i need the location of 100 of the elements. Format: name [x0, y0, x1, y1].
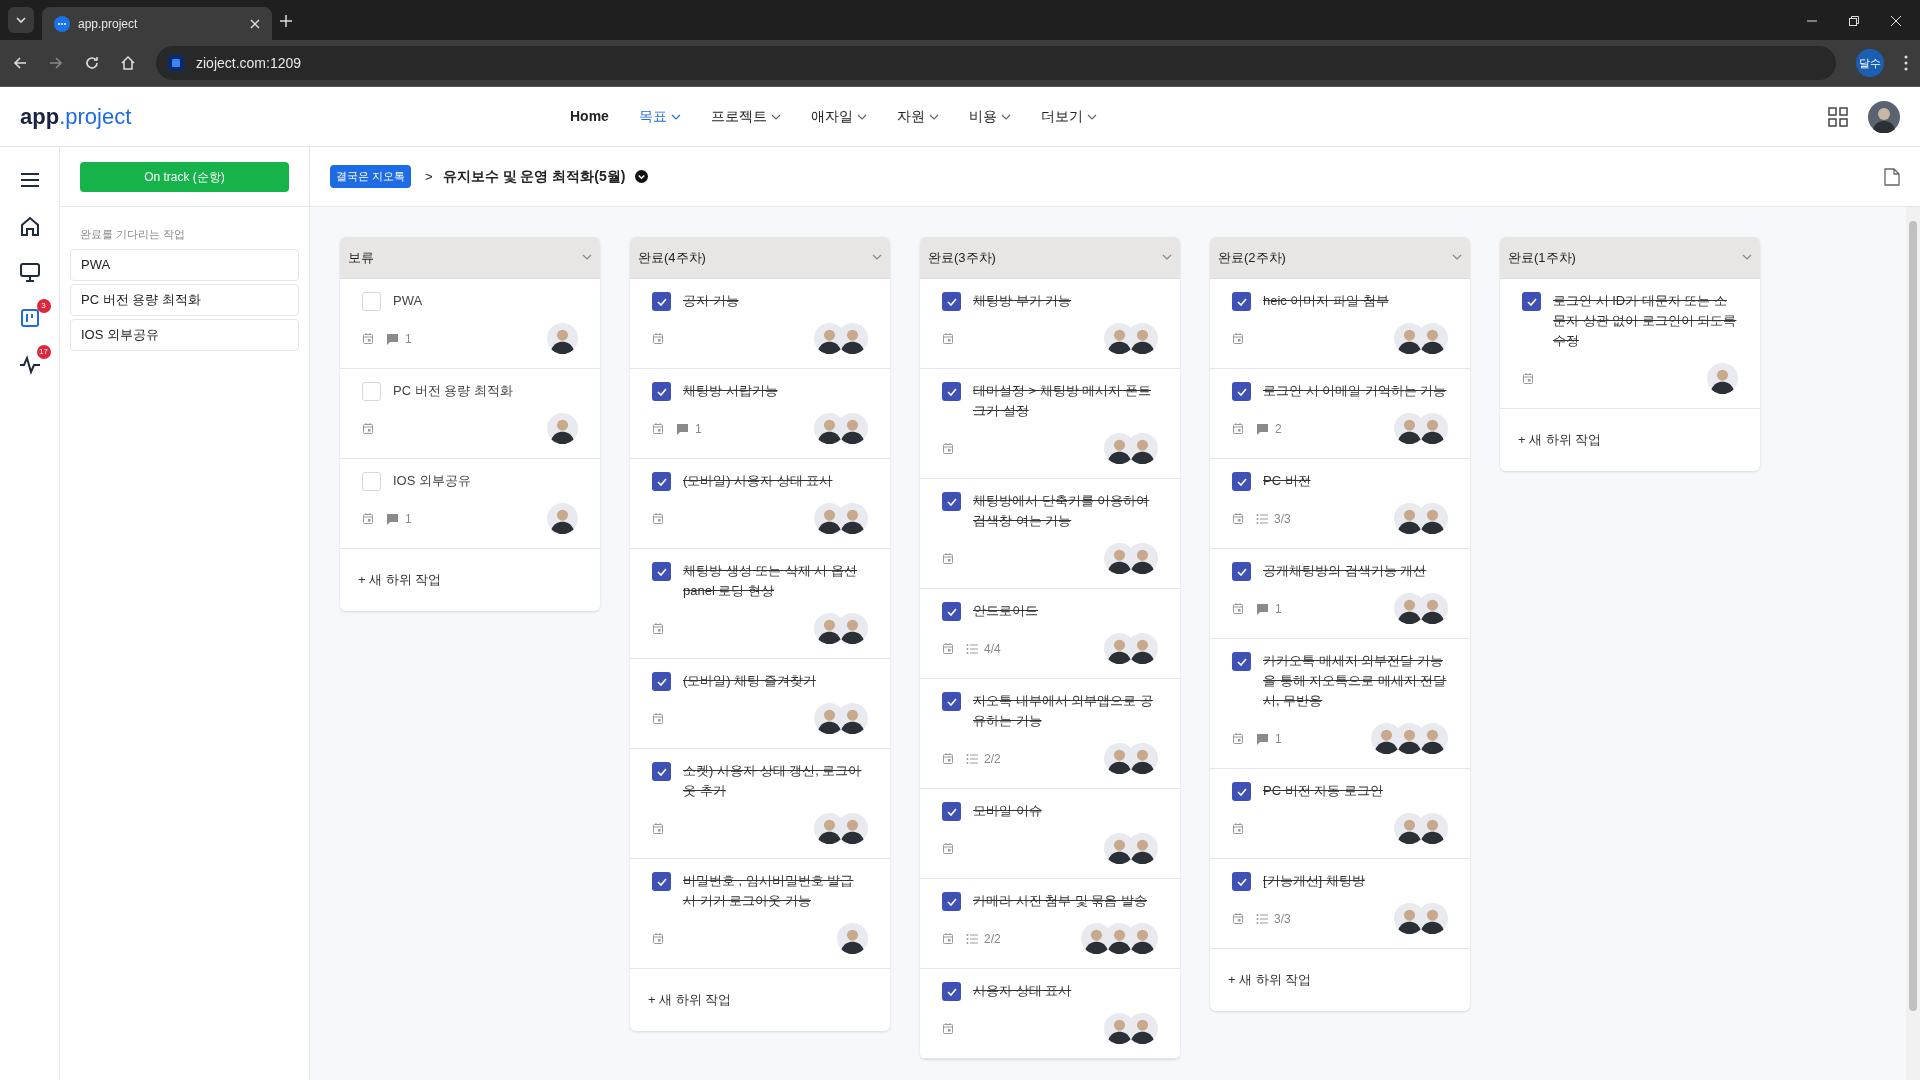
task-card[interactable]: PC 버전 용량 최적화 [340, 369, 600, 459]
checkbox[interactable] [652, 762, 671, 781]
address-bar[interactable]: zioject.com:1209 [156, 46, 1836, 80]
nav-link[interactable]: 프로젝트 [710, 106, 781, 127]
board-icon[interactable] [18, 307, 41, 329]
checkbox[interactable] [1232, 652, 1251, 671]
scrollbar[interactable] [1906, 207, 1920, 1080]
calendar-icon[interactable] [362, 332, 374, 345]
calendar-icon[interactable] [652, 512, 664, 525]
checkbox[interactable] [1522, 292, 1541, 311]
checkbox[interactable] [1232, 292, 1251, 311]
task-card[interactable]: 모바일 이슈 [920, 789, 1180, 879]
calendar-icon[interactable] [1232, 422, 1244, 435]
task-card[interactable]: 채팅방 부가 기능 [920, 279, 1180, 369]
checkbox[interactable] [1232, 782, 1251, 801]
reload-icon[interactable] [84, 55, 100, 71]
tab-search-button[interactable] [8, 7, 34, 33]
checkbox[interactable] [942, 602, 961, 621]
checkbox[interactable] [942, 982, 961, 1001]
checkbox[interactable] [652, 562, 671, 581]
calendar-icon[interactable] [362, 512, 374, 525]
column-header[interactable]: 완료(2주차) [1210, 237, 1470, 279]
calendar-icon[interactable] [652, 422, 664, 435]
monitor-icon[interactable] [18, 261, 41, 283]
task-card[interactable]: 테마설정 > 채팅방 메시지 폰트 크기 설정 [920, 369, 1180, 479]
dropdown-icon[interactable] [635, 170, 649, 183]
calendar-icon[interactable] [1232, 732, 1244, 745]
calendar-icon[interactable] [1232, 512, 1244, 525]
calendar-icon[interactable] [1522, 372, 1534, 385]
add-subtask-link[interactable]: + 새 하위 작업 [648, 990, 732, 1010]
calendar-icon[interactable] [1232, 822, 1244, 835]
calendar-icon[interactable] [1232, 332, 1244, 345]
chevron-icon[interactable] [1452, 254, 1462, 261]
checkbox[interactable] [942, 292, 961, 311]
checkbox[interactable] [652, 382, 671, 401]
column-header[interactable]: 완료(4주차) [630, 237, 890, 279]
checkbox[interactable] [652, 292, 671, 311]
more-icon[interactable] [1904, 55, 1908, 71]
forward-icon[interactable] [48, 55, 64, 71]
calendar-icon[interactable] [942, 1022, 954, 1035]
checkbox[interactable] [942, 492, 961, 511]
new-tab-icon[interactable] [280, 15, 292, 27]
column-header[interactable]: 완료(3주차) [920, 237, 1180, 279]
nav-link[interactable]: 목표 [638, 106, 681, 127]
task-card[interactable]: heic 이미지 파일 첨부 [1210, 279, 1470, 369]
checkbox[interactable] [652, 472, 671, 491]
task-card[interactable]: PWA 1 [340, 279, 600, 369]
task-card[interactable]: 카카오톡 메세지 외부전달 기능을 통해 지오톡으로 메세지 전달 시, 무반응 1 [1210, 639, 1470, 769]
calendar-icon[interactable] [1232, 912, 1244, 925]
project-badge[interactable]: 결국은 지오톡 [330, 165, 412, 188]
browser-tab[interactable]: app.project [42, 7, 272, 40]
calendar-icon[interactable] [362, 422, 374, 435]
task-card[interactable]: [기능개선] 채팅방 3/3 [1210, 859, 1470, 949]
column-header[interactable]: 완료(1주차) [1500, 237, 1760, 279]
nav-link[interactable]: 애자일 [810, 106, 867, 127]
calendar-icon[interactable] [942, 442, 954, 455]
checkbox[interactable] [362, 382, 381, 401]
chevron-icon[interactable] [872, 254, 882, 261]
checkbox[interactable] [942, 382, 961, 401]
back-icon[interactable] [12, 55, 28, 71]
task-card[interactable]: 비밀번호 , 임시비밀번호 발급 시 기기 로그아웃 기능 [630, 859, 890, 969]
task-list-item[interactable]: IOS 외부공유 [70, 318, 299, 351]
nav-link[interactable]: 자원 [896, 106, 939, 127]
calendar-icon[interactable] [652, 332, 664, 345]
close-icon[interactable] [1890, 15, 1902, 27]
checkbox[interactable] [942, 892, 961, 911]
task-card[interactable]: PC 버전 3/3 [1210, 459, 1470, 549]
task-card[interactable]: 공지 기능 [630, 279, 890, 369]
task-card[interactable]: 사용자 상태 표시 [920, 969, 1180, 1059]
calendar-icon[interactable] [652, 932, 664, 945]
calendar-icon[interactable] [942, 752, 954, 765]
document-icon[interactable] [1884, 167, 1900, 186]
calendar-icon[interactable] [652, 822, 664, 835]
calendar-icon[interactable] [942, 642, 954, 655]
task-card[interactable]: PC 버전 자동 로그인 [1210, 769, 1470, 859]
checkbox[interactable] [942, 802, 961, 821]
calendar-icon[interactable] [942, 552, 954, 565]
task-card[interactable]: 로그인 시 ID가 대문자 또는 소문자 상관 없이 로그인이 되도록 수정 [1500, 279, 1760, 409]
nav-link[interactable]: Home [570, 106, 609, 127]
restore-icon[interactable] [1848, 15, 1860, 27]
calendar-icon[interactable] [942, 932, 954, 945]
task-card[interactable]: IOS 외부공유 1 [340, 459, 600, 549]
nav-link[interactable]: 비용 [968, 106, 1011, 127]
task-card[interactable]: 소켓) 사용자 상태 갱신, 로그아웃 추가 [630, 749, 890, 859]
chevron-icon[interactable] [582, 254, 592, 261]
task-card[interactable]: 지오톡 내부에서 외부앱으로 공유하는 기능 2/2 [920, 679, 1180, 789]
add-subtask-link[interactable]: + 새 하위 작업 [1228, 970, 1312, 990]
nav-link[interactable]: 더보기 [1040, 106, 1097, 127]
home-icon[interactable] [120, 55, 136, 71]
home-icon[interactable] [18, 215, 41, 237]
chevron-icon[interactable] [1162, 254, 1172, 261]
close-icon[interactable] [250, 18, 260, 29]
task-card[interactable]: 채팅방 서랍기능 1 [630, 369, 890, 459]
task-card[interactable]: 공개채팅방의 검색기능 개선 1 [1210, 549, 1470, 639]
task-card[interactable]: (모바일) 채팅 즐겨찾기 [630, 659, 890, 749]
task-card[interactable]: 로그인 시 이메일 기억하는 기능 2 [1210, 369, 1470, 459]
calendar-icon[interactable] [652, 712, 664, 725]
task-list-item[interactable]: PWA [70, 248, 299, 281]
apps-grid-icon[interactable] [1828, 106, 1848, 127]
profile-badge[interactable]: 달수 [1856, 49, 1884, 77]
